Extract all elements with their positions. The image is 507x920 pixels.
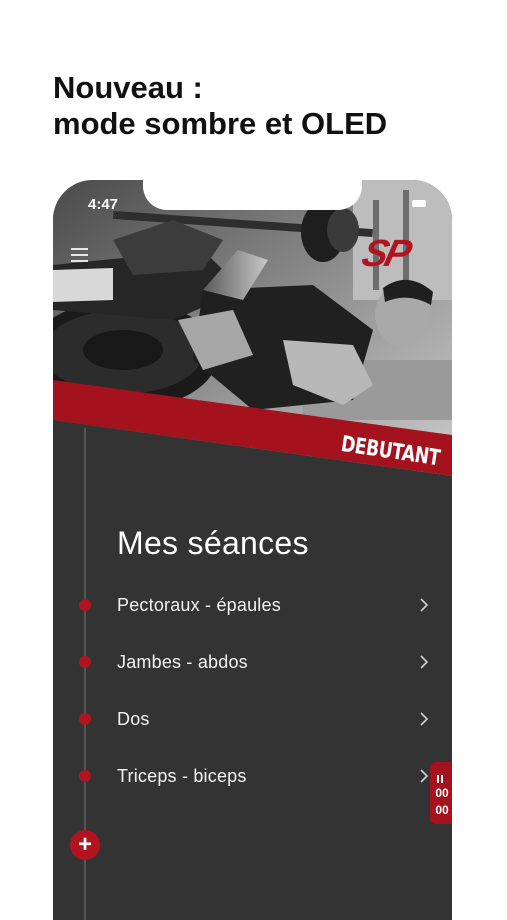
- session-label: Pectoraux - épaules: [117, 595, 281, 615]
- add-session-button[interactable]: +: [70, 830, 100, 860]
- session-item-jambes-abdos[interactable]: Jambes - abdos: [53, 642, 452, 682]
- timer-seconds: 00: [435, 803, 449, 817]
- brand-logo: SP: [357, 233, 413, 275]
- chevron-right-icon: [420, 655, 429, 669]
- timeline-dot: [79, 656, 91, 668]
- hamburger-icon[interactable]: [71, 248, 88, 266]
- timeline-dot: [79, 713, 91, 725]
- page-title: Mes séances: [117, 525, 309, 561]
- session-item-dos[interactable]: Dos: [53, 699, 452, 739]
- chevron-right-icon: [420, 598, 429, 612]
- phone-screen: 4:47 SP DEBUTANT Mes séances Pectoraux -…: [53, 180, 452, 920]
- timer-tab[interactable]: 00 00: [430, 762, 452, 824]
- timer-minutes: 00: [435, 786, 449, 800]
- session-label: Jambes - abdos: [117, 652, 248, 672]
- promo-headline-line1: Nouveau :: [53, 70, 203, 105]
- battery-icon: [412, 200, 426, 207]
- chevron-right-icon: [420, 712, 429, 726]
- chevron-right-icon: [420, 769, 429, 783]
- session-label: Triceps - biceps: [117, 766, 247, 786]
- promo-headline-line2: mode sombre et OLED: [53, 106, 388, 141]
- status-time: 4:47: [88, 196, 119, 213]
- session-item-pectoraux-epaules[interactable]: Pectoraux - épaules: [53, 585, 452, 625]
- timeline-dot: [79, 599, 91, 611]
- phone-notch: [143, 180, 362, 210]
- promo-headline: Nouveau : mode sombre et OLED: [53, 70, 387, 142]
- timeline-dot: [79, 770, 91, 782]
- session-item-triceps-biceps[interactable]: Triceps - biceps: [53, 756, 452, 796]
- session-label: Dos: [117, 709, 150, 729]
- plus-icon: +: [77, 831, 92, 858]
